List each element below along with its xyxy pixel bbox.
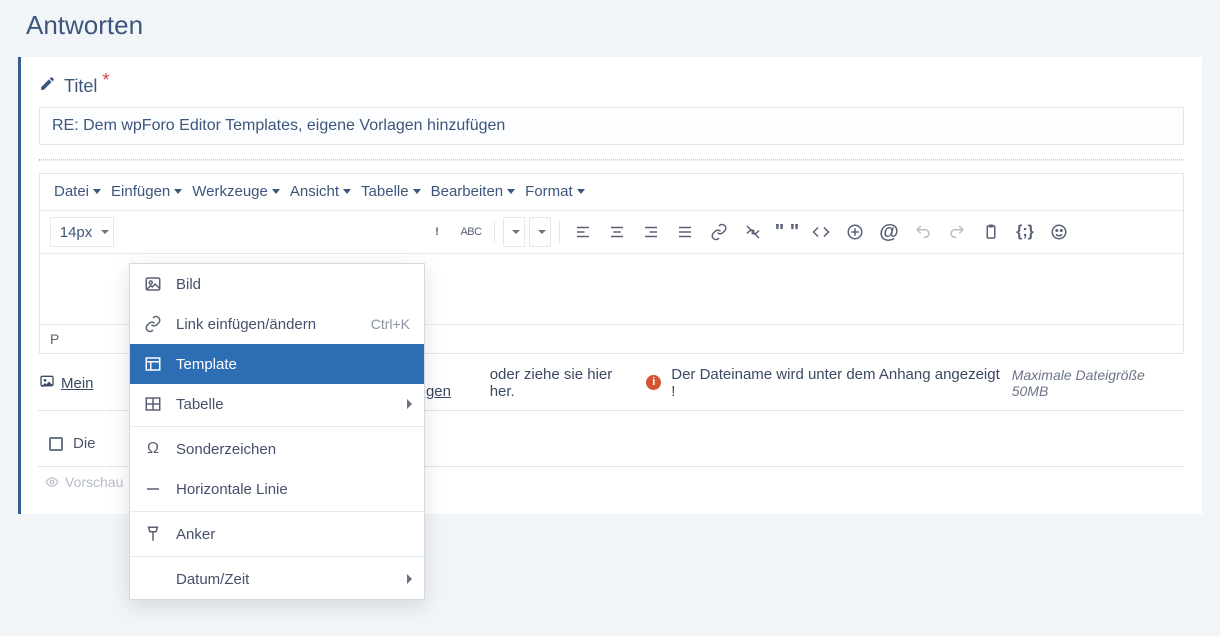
undo-button[interactable] [908,217,938,247]
redo-button[interactable] [942,217,972,247]
menu-werkzeuge[interactable]: Werkzeuge [190,183,282,200]
align-justify-button[interactable] [670,217,700,247]
anchor-icon [144,525,162,543]
source-code-button[interactable] [806,217,836,247]
image-icon [144,275,162,293]
font-size-select[interactable]: 14px [50,217,114,247]
chevron-down-icon [538,230,546,234]
chevron-right-icon [407,399,412,409]
link-button[interactable] [704,217,734,247]
font-size-label: 14px [57,224,99,241]
template-icon [144,355,162,373]
add-button[interactable] [840,217,870,247]
insert-menu-dropdown: Bild Link einfügen/ändern Ctrl+K Templat… [129,263,425,600]
separator [39,159,1184,161]
emoji-button[interactable] [1044,217,1074,247]
chevron-down-icon [577,189,585,194]
bullet-list-button[interactable] [503,217,525,247]
chevron-down-icon [174,189,182,194]
menu-datei[interactable]: Datei [52,183,103,200]
menu-bearbeiten[interactable]: Bearbeiten [429,183,518,200]
align-left-button[interactable] [568,217,598,247]
clear-format-button[interactable]: ! [422,217,452,247]
checkbox[interactable] [49,437,63,451]
menu-item-template[interactable]: Template [130,344,424,384]
drag-here-text: oder ziehe sie hier her. [490,366,641,400]
unlink-button[interactable] [738,217,768,247]
max-filesize: Maximale Dateigröße 50MB [1012,367,1184,399]
title-input[interactable] [39,107,1184,145]
numbered-list-button[interactable]: 123 [529,217,551,247]
page-title: Antworten [26,10,1202,41]
mention-button[interactable]: @ [874,217,904,247]
pencil-icon [39,75,56,97]
strikethrough-button[interactable]: ABC [456,217,486,247]
menu-item-horizontal-rule[interactable]: Horizontale Linie [130,469,424,509]
blockquote-button[interactable]: " " [772,217,802,247]
menu-tabelle[interactable]: Tabelle [359,183,423,200]
chevron-down-icon [343,189,351,194]
table-icon [144,395,162,413]
align-right-button[interactable] [636,217,666,247]
menu-item-image[interactable]: Bild [130,264,424,304]
code-block-button[interactable]: {;} [1010,217,1040,247]
chevron-down-icon [101,230,109,234]
info-icon: i [646,375,661,390]
chevron-down-icon [93,189,101,194]
chevron-down-icon [512,230,520,234]
omega-icon: Ω [144,440,162,458]
menu-item-anchor[interactable]: Anker [130,514,424,554]
editor-toolbar: 14px ! ABC 123 [40,211,1183,254]
chevron-down-icon [507,189,515,194]
chevron-right-icon [407,574,412,584]
chevron-down-icon [272,189,280,194]
link-icon [144,315,162,333]
status-element-path: P [50,331,59,347]
menu-format[interactable]: Format [523,183,587,200]
menu-einfuegen[interactable]: Einfügen [109,183,184,200]
title-label: Titel * [39,75,1184,97]
menu-item-link[interactable]: Link einfügen/ändern Ctrl+K [130,304,424,344]
filename-note: Der Dateiname wird unter dem Anhang ange… [671,366,1005,400]
preview-link[interactable]: Vorschau [45,474,123,490]
required-asterisk: * [102,70,109,91]
editor-menubar: Datei Einfügen Werkzeuge Ansicht Tabelle… [40,174,1183,211]
my-media-link[interactable]: Mein [61,375,94,392]
checkbox-label: Die [73,435,96,452]
chevron-down-icon [413,189,421,194]
media-icon [39,373,55,393]
menu-ansicht[interactable]: Ansicht [288,183,353,200]
menu-item-special-chars[interactable]: Ω Sonderzeichen [130,429,424,469]
menu-item-table[interactable]: Tabelle [130,384,424,424]
reply-panel: Titel * Datei Einfügen Werkzeuge Ansicht… [18,57,1202,514]
paste-button[interactable] [976,217,1006,247]
align-center-button[interactable] [602,217,632,247]
hr-icon [144,480,162,498]
menu-item-datetime[interactable]: Datum/Zeit [130,559,424,599]
title-label-text: Titel [64,76,97,97]
